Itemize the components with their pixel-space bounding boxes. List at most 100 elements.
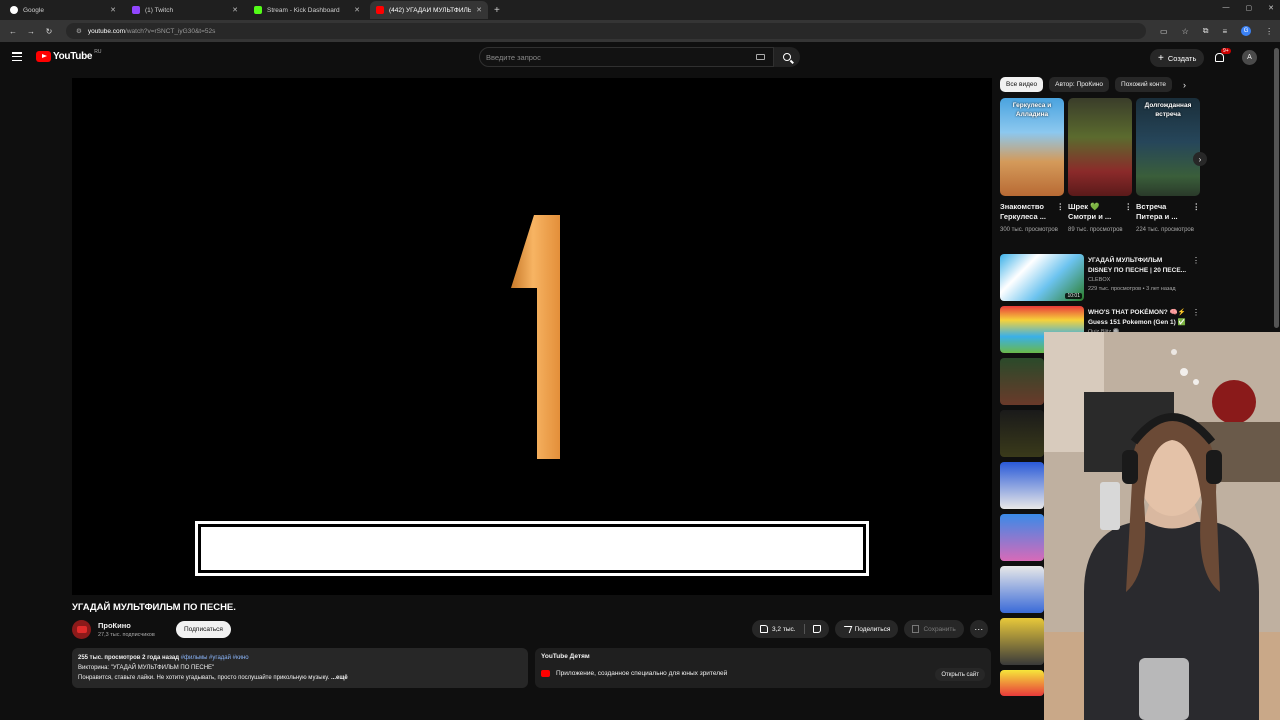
save-button[interactable]: Сохранить — [904, 620, 964, 638]
chip-by-author[interactable]: Автор: ПроКино — [1049, 77, 1110, 92]
show-more-link[interactable]: ...ещё — [331, 675, 348, 681]
channel-name[interactable]: ПроКино — [98, 621, 131, 630]
video-thumbnail[interactable]: 10:01 — [1000, 254, 1084, 301]
keyboard-icon[interactable] — [756, 54, 765, 60]
kids-banner-text: Приложение, созданное специально для юны… — [556, 670, 728, 677]
sidebar-toggle-icon[interactable]: ≡ — [1222, 27, 1227, 36]
save-label: Сохранить — [923, 625, 956, 633]
recommended-thumbnail[interactable] — [1000, 410, 1044, 457]
description-line-2: Понравится, ставьте лайки. Не хотите уга… — [78, 675, 330, 681]
scrollbar-thumb[interactable] — [1274, 48, 1279, 328]
share-button[interactable]: Поделиться — [834, 620, 899, 638]
youtube-kids-banner: YouTube Детям Приложение, созданное спец… — [535, 648, 991, 688]
browser-tab-kick[interactable]: Stream - Kick Dashboard ✕ — [248, 1, 366, 19]
more-vert-icon[interactable]: ⋮ — [1057, 202, 1065, 212]
subscribe-button[interactable]: Подписаться — [176, 621, 231, 638]
create-button[interactable]: + Создать — [1150, 49, 1205, 67]
open-site-button[interactable]: Открыть сайт — [935, 668, 985, 681]
channel-avatar[interactable] — [72, 620, 91, 639]
short-item[interactable]: Долгожданная встреча Встреча Питера и ..… — [1136, 98, 1200, 235]
short-thumbnail[interactable]: Геркулеса и Алладина — [1000, 98, 1064, 196]
hashtags[interactable]: #фильмы #угадай #кино — [181, 655, 249, 661]
recommended-thumbnail[interactable] — [1000, 618, 1044, 665]
browser-profile-avatar[interactable]: G — [1241, 26, 1252, 36]
recommended-video[interactable]: 10:01 УГАДАЙ МУЛЬТФИЛЬМ DISNEY ПО ПЕСНЕ … — [1000, 254, 1200, 301]
video-actions: 3,2 тыс. Поделиться Сохранить ⋯ — [752, 620, 988, 638]
youtube-favicon-icon — [376, 6, 384, 14]
recommended-thumbnail[interactable] — [1000, 514, 1044, 561]
more-vert-icon[interactable]: ⋮ — [1193, 202, 1201, 212]
search-icon — [783, 53, 791, 61]
shorts-shelf: Геркулеса и Алладина Знакомство Геркулес… — [1000, 98, 1200, 235]
close-icon[interactable]: ✕ — [476, 6, 482, 14]
close-icon[interactable]: ✕ — [354, 6, 360, 14]
more-vert-icon[interactable]: ⋮ — [1192, 308, 1200, 317]
search-input[interactable] — [486, 52, 746, 62]
shorts-next-button[interactable]: › — [1193, 152, 1207, 166]
maximize-icon[interactable]: ▢ — [1246, 4, 1253, 12]
kids-banner-title: YouTube Детям — [541, 653, 590, 660]
recommended-thumbnail[interactable] — [1000, 566, 1044, 613]
hamburger-menu-icon[interactable] — [12, 52, 22, 61]
logo-text: YouTube — [53, 51, 93, 62]
close-window-icon[interactable]: ✕ — [1268, 4, 1274, 12]
thumbs-down-icon[interactable] — [812, 625, 821, 633]
back-icon[interactable]: ← — [4, 27, 22, 36]
youtube-logo[interactable]: YouTube RU — [36, 49, 101, 62]
youtube-header: YouTube RU + Создать 9+ А — [0, 42, 1280, 74]
filter-chips: Все видео Автор: ПроКино Похожий конте — [1000, 77, 1173, 92]
short-thumbnail[interactable] — [1068, 98, 1132, 196]
user-avatar[interactable]: А — [1242, 50, 1257, 65]
short-title: Знакомство Геркулеса ... — [1000, 202, 1046, 221]
video-title: WHO'S THAT POKÉMON? 🧠⚡ Guess 151 Pokemon… — [1088, 309, 1186, 326]
channel-name[interactable]: CLEBOX — [1088, 276, 1176, 285]
like-button[interactable]: 3,2 тыс. — [752, 620, 829, 638]
recommended-thumbnail[interactable] — [1000, 358, 1044, 405]
twitch-favicon-icon — [132, 6, 140, 14]
browser-tab-youtube[interactable]: (442) УГАДАЙ МУЛЬТФИЛЬ ✕ — [370, 1, 488, 19]
short-item[interactable]: Шрек 💚 Смотри и ... ⋮ 89 тыс. просмотров — [1068, 98, 1132, 235]
video-player[interactable] — [72, 78, 992, 595]
url-field[interactable]: ⚙ youtube.com/watch?v=rSNCT_iyG30&t=52s — [66, 23, 1146, 39]
recommended-thumbnail[interactable] — [1000, 462, 1044, 509]
browser-tab-bar: Google ✕ (1) Twitch ✕ Stream - Kick Dash… — [0, 0, 1280, 20]
streamer-camera-image — [1044, 332, 1280, 720]
reload-icon[interactable]: ↻ — [40, 27, 58, 36]
cast-icon[interactable]: ▭ — [1160, 27, 1168, 36]
site-settings-icon[interactable]: ⚙ — [76, 27, 82, 35]
browser-tab-twitch[interactable]: (1) Twitch ✕ — [126, 1, 244, 19]
chip-similar[interactable]: Похожий конте — [1115, 77, 1173, 92]
short-item[interactable]: Геркулеса и Алладина Знакомство Геркулес… — [1000, 98, 1064, 235]
more-actions-button[interactable]: ⋯ — [969, 620, 988, 638]
bookmark-icon — [912, 625, 920, 633]
minimize-icon[interactable]: — — [1223, 4, 1230, 12]
kick-favicon-icon — [254, 6, 262, 14]
plus-icon: + — [1158, 52, 1164, 64]
video-title: УГАДАЙ МУЛЬТФИЛЬМ DISNEY ПО ПЕСНЕ | 20 П… — [1088, 257, 1187, 274]
chip-all-videos[interactable]: Все видео — [1000, 77, 1044, 92]
video-meta: 229 тыс. просмотров • 3 лет назад — [1088, 286, 1176, 292]
notifications-bell-icon[interactable] — [1215, 53, 1224, 62]
search-button[interactable] — [774, 47, 800, 67]
short-thumbnail[interactable]: Долгожданная встреча — [1136, 98, 1200, 196]
more-vert-icon[interactable]: ⋮ — [1125, 202, 1133, 212]
new-tab-button[interactable]: + — [494, 5, 500, 16]
browser-menu-icon[interactable]: ⋮ — [1265, 27, 1273, 36]
browser-tab-google[interactable]: Google ✕ — [4, 1, 122, 19]
bookmark-star-icon[interactable]: ☆ — [1182, 27, 1189, 36]
close-icon[interactable]: ✕ — [232, 6, 238, 14]
forward-icon[interactable]: → — [22, 27, 40, 36]
answer-box — [195, 521, 869, 576]
like-count: 3,2 тыс. — [772, 625, 796, 633]
description-box[interactable]: 255 тыс. просмотров 2 года назад #фильмы… — [72, 648, 528, 688]
tab-label: (442) УГАДАЙ МУЛЬТФИЛЬ — [389, 6, 472, 14]
notification-count-badge: 9+ — [1221, 48, 1231, 54]
short-caption: Долгожданная встреча — [1144, 102, 1192, 118]
more-vert-icon[interactable]: ⋮ — [1192, 256, 1200, 265]
window-controls: — ▢ ✕ — [1223, 4, 1275, 12]
chevron-right-icon[interactable]: › — [1183, 80, 1186, 90]
extensions-icon[interactable]: ⧉ — [1203, 26, 1209, 36]
views-and-date: 255 тыс. просмотров 2 года назад — [78, 655, 180, 661]
close-icon[interactable]: ✕ — [110, 6, 116, 14]
recommended-thumbnail[interactable] — [1000, 670, 1044, 696]
